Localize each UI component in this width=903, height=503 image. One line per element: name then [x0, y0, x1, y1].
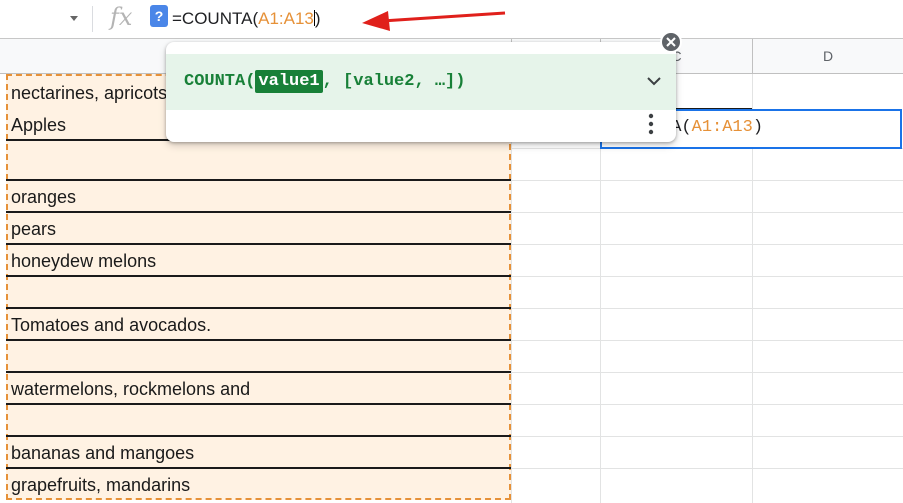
cell-a11[interactable] — [6, 405, 511, 437]
cell-a7[interactable] — [6, 277, 511, 309]
active-cell-suffix: ) — [752, 118, 764, 137]
cell-a10[interactable]: watermelons, rockmelons and — [6, 373, 511, 405]
cell-a9[interactable] — [6, 341, 511, 373]
fx-icon: fx — [110, 3, 133, 31]
cell-a12[interactable]: bananas and mangoes — [6, 437, 511, 469]
function-name: COUNTA( — [184, 72, 256, 91]
active-cell-range: A1:A13 — [691, 118, 753, 137]
formula-input[interactable]: =COUNTA(A1:A13) — [172, 9, 321, 29]
cell-a3[interactable] — [6, 149, 511, 181]
grid-line — [512, 436, 903, 437]
formula-range: A1:A13 — [258, 9, 314, 28]
formula-prefix: =COUNTA( — [172, 9, 259, 28]
function-help-popup: COUNTA(value1, [value2, …]) — [166, 42, 676, 142]
grid-line — [512, 308, 903, 309]
name-box-dropdown-icon[interactable] — [70, 16, 78, 21]
active-argument: value1 — [255, 70, 323, 93]
grid-line — [512, 244, 903, 245]
cell-a4[interactable]: oranges — [6, 181, 511, 213]
function-signature-bar[interactable]: COUNTA(value1, [value2, …]) — [166, 54, 676, 110]
column-header-d[interactable]: D — [753, 39, 903, 73]
remaining-arguments: , [value2, …]) — [322, 72, 466, 91]
grid-line — [512, 276, 903, 277]
grid-line — [512, 404, 903, 405]
grid-line — [512, 340, 903, 341]
cell-a8[interactable]: Tomatoes and avocados. — [6, 309, 511, 341]
grid-line — [512, 468, 903, 469]
formula-bar-divider — [92, 6, 93, 32]
grid-line — [512, 372, 903, 373]
function-signature: COUNTA(value1, [value2, …]) — [184, 70, 466, 93]
formula-help-button[interactable]: ? — [150, 5, 168, 27]
red-arrow-annotation-icon — [362, 11, 506, 31]
formula-suffix: ) — [314, 9, 321, 28]
grid-line — [512, 180, 903, 181]
cell-a5[interactable]: pears — [6, 213, 511, 245]
cell-a13[interactable]: grapefruits, mandarins — [6, 469, 511, 501]
formula-bar: fx ? =COUNTA(A1:A13) — [0, 0, 903, 39]
cell-a6[interactable]: honeydew melons — [6, 245, 511, 277]
close-icon[interactable] — [660, 31, 682, 53]
more-vert-icon[interactable] — [644, 112, 658, 136]
grid-line — [512, 212, 903, 213]
chevron-down-icon[interactable] — [644, 71, 664, 91]
